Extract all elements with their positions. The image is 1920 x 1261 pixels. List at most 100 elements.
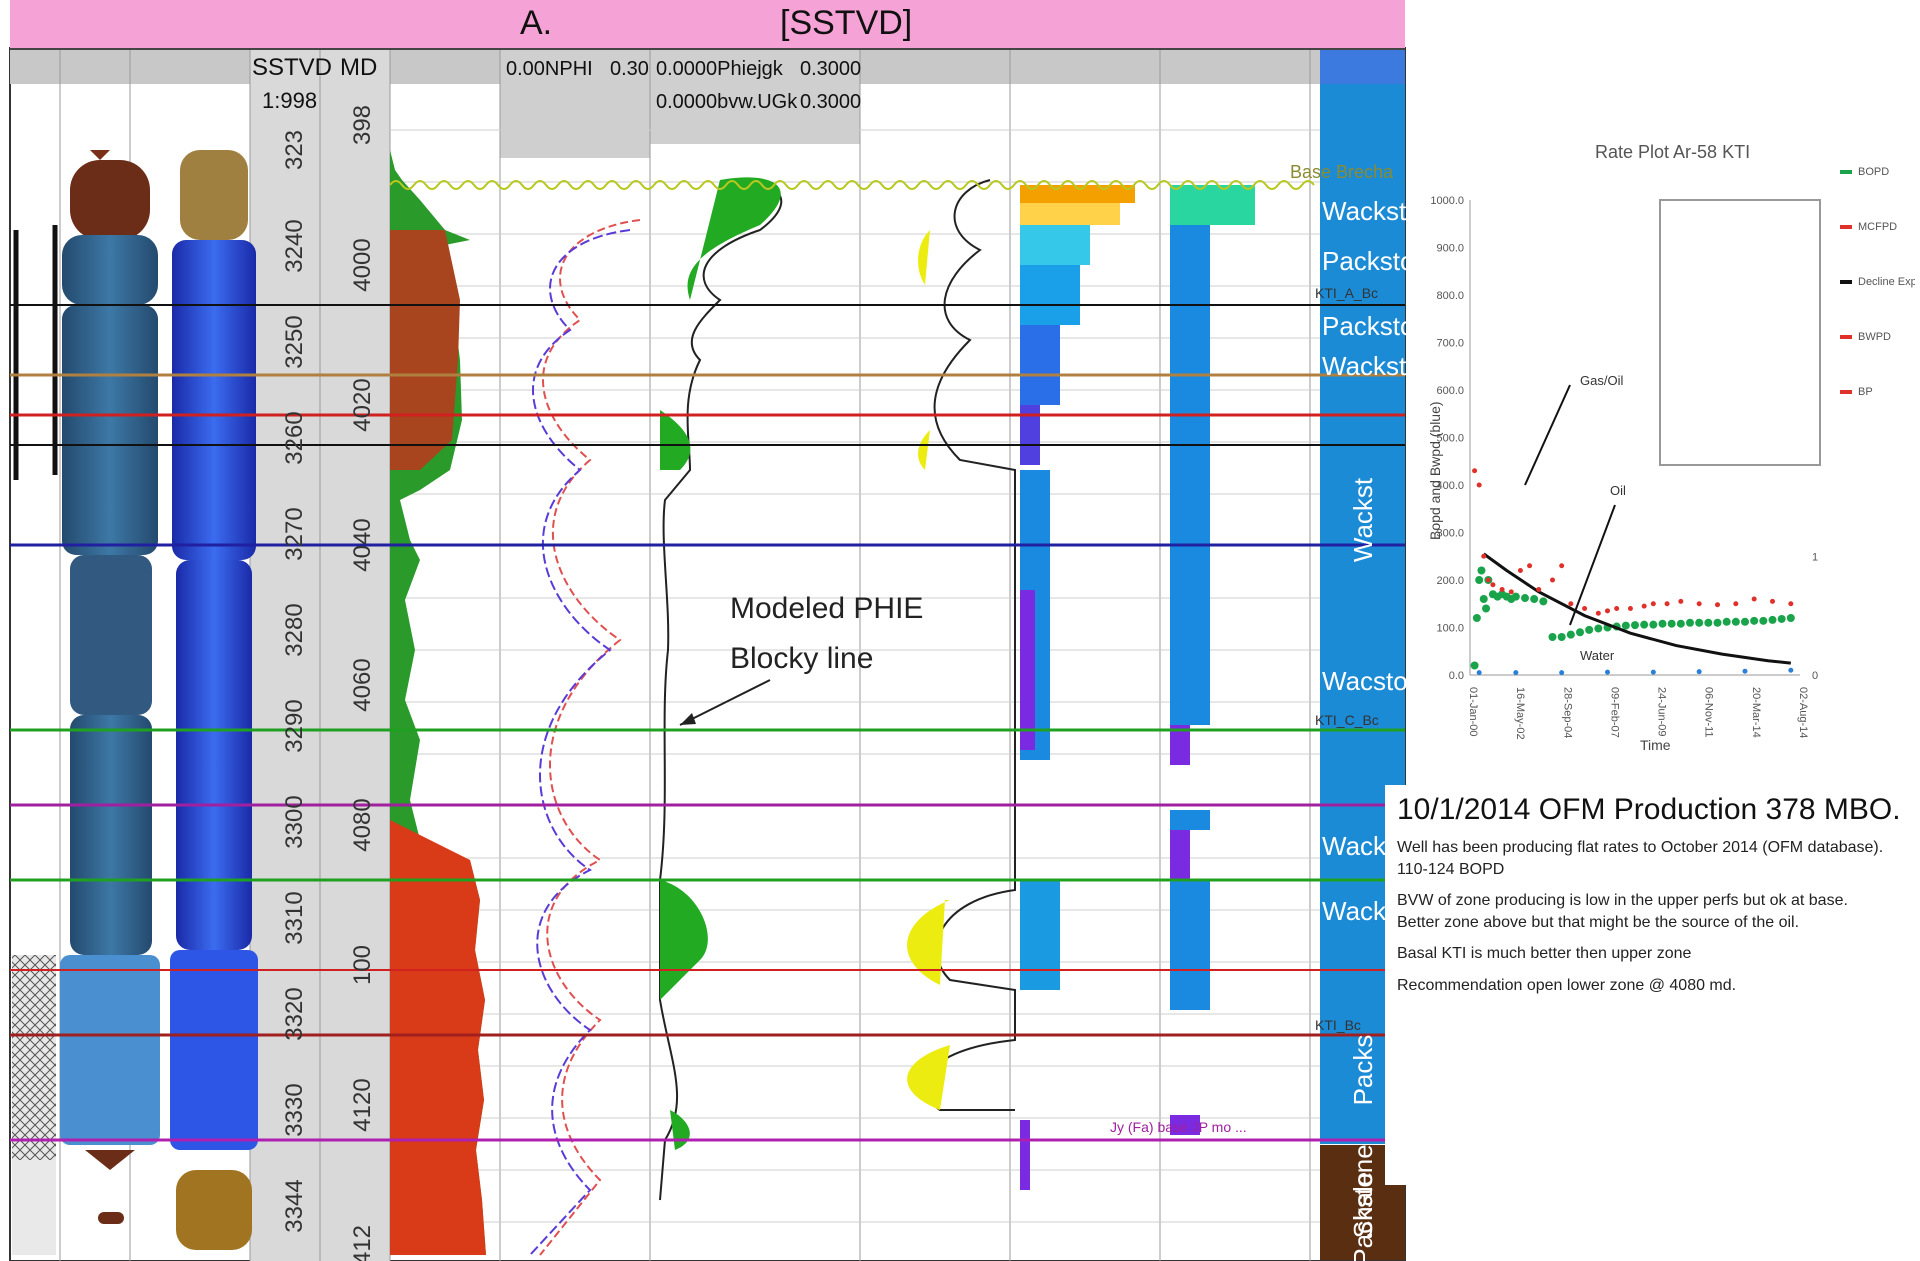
sstvd-label: 3300 [281,795,308,848]
sstvd-label: 3270 [281,507,308,560]
series-point [1594,624,1603,633]
core-block-column-2 [170,150,258,1250]
notes-para-4: Recommendation open lower zone @ 4080 md… [1397,976,1737,994]
md-label: 412 [349,1225,376,1261]
series-point [1667,619,1676,628]
y-tick-label: 400.0 [1436,480,1464,492]
y-tick-label: 200.0 [1436,575,1464,587]
depth-mode: [SSTVD] [780,4,913,42]
facies-label: Wackst [1348,477,1378,562]
series-point [1539,597,1548,606]
log-header-bar: A. [SSTVD] [10,0,1405,50]
series-point [1517,568,1523,573]
well-name: A. [520,4,553,42]
x-tick-label: 28-Sep-04 [1561,687,1573,738]
series-point [1658,619,1667,628]
series-point [1576,628,1584,637]
legend-swatch [1840,225,1852,229]
annotation-line-2: Blocky line [730,642,873,675]
series-point [1559,670,1565,676]
x-tick-label: 16-May-02 [1514,687,1526,740]
series-point [1557,633,1566,641]
annotation-water: Water [1580,648,1615,663]
series-point [1499,587,1505,592]
series-point [1605,669,1610,675]
zone-top-kti-c: KTI_C_Bc [1315,712,1379,728]
series-point [1759,616,1768,625]
series-point [1631,621,1639,630]
md-label: 398 [349,105,376,145]
series-point [1678,598,1684,604]
series-point [1550,577,1555,583]
md-label: 4000 [349,238,376,291]
legend-swatch [1840,280,1852,284]
series-point [1511,592,1520,601]
zone-top-kti: KTI_Bc [1315,1017,1361,1033]
scale-label: 1:998 [262,88,317,113]
md-label: 100 [349,945,376,985]
series-point [1508,589,1514,595]
series-point [1777,614,1786,623]
series-point [1733,601,1739,607]
facies-label: Packs [1348,1035,1378,1106]
series-point [1513,670,1519,676]
series-point [1627,606,1633,611]
y-tick-label: 0.0 [1449,670,1464,682]
series-point [1704,618,1713,627]
series-point [1741,617,1749,626]
series-point [1490,582,1496,588]
facies-label-shale: Shale [1348,1172,1378,1239]
notes-para-2: BVW of zone producing is low in the uppe… [1397,892,1848,931]
series-point [1476,670,1482,676]
series-point [1715,602,1720,608]
y2-tick-label: 0 [1812,670,1818,682]
series-point [1696,669,1702,675]
series-point [1472,468,1478,474]
series-point [1650,669,1656,675]
series-point [1788,601,1794,607]
rate-plot: Rate Plot Ar-58 KTI Bopd and Bwpd (blue)… [1427,142,1920,753]
series-point [1568,601,1574,607]
core-block-column-1 [60,150,160,1224]
rate-plot-inset [1659,199,1821,466]
nphi-header: 0.00NPHI [506,58,593,80]
series-point [1559,563,1565,569]
series-point [1566,630,1575,639]
series-point [1605,608,1610,614]
legend-swatch [1840,170,1852,174]
series-point [1470,661,1479,670]
series-point [1482,604,1491,613]
sstvd-label: 3330 [281,1083,308,1136]
series-point [1676,619,1685,628]
legend-label: BOPD [1858,166,1889,178]
y-tick-label: 600.0 [1436,385,1464,397]
sstvd-label: 3310 [281,891,308,944]
series-point [1650,601,1656,607]
phie-max: 0.3000 [800,58,861,80]
x-tick-label: 06-Nov-11 [1703,687,1715,738]
series-point [1595,610,1601,616]
sstvd-label: 3344 [281,1179,308,1232]
series-point [1530,595,1539,603]
rate-plot-series [1470,468,1795,676]
sstvd-label: 323 [281,130,308,170]
rate-plot-ylabel: Bopd and Bwpd (blue) [1427,401,1443,540]
x-tick-label: 01-Jan-00 [1467,687,1479,737]
x-tick-label: 20-Mar-14 [1750,687,1762,738]
legend-label: Decline Exponential [1858,276,1915,288]
series-point [1664,601,1670,607]
series-point [1548,633,1557,641]
rate-plot-xlabel: Time [1640,737,1671,753]
legend-swatch [1840,390,1852,394]
series-point [1479,595,1488,603]
facies-label: Packsto [1322,311,1415,341]
series-point [1751,596,1757,602]
sstvd-header: SSTVD [252,54,332,81]
md-label: 4040 [349,518,376,571]
zone-top-kti-a: KTI_A_Bc [1315,285,1378,301]
series-point [1731,617,1740,626]
zone-bottom-note: Jy (Fa) base JP mo ... [1110,1119,1247,1135]
series-point [1742,668,1748,674]
series-point [1788,667,1794,673]
series-point [1485,577,1491,583]
